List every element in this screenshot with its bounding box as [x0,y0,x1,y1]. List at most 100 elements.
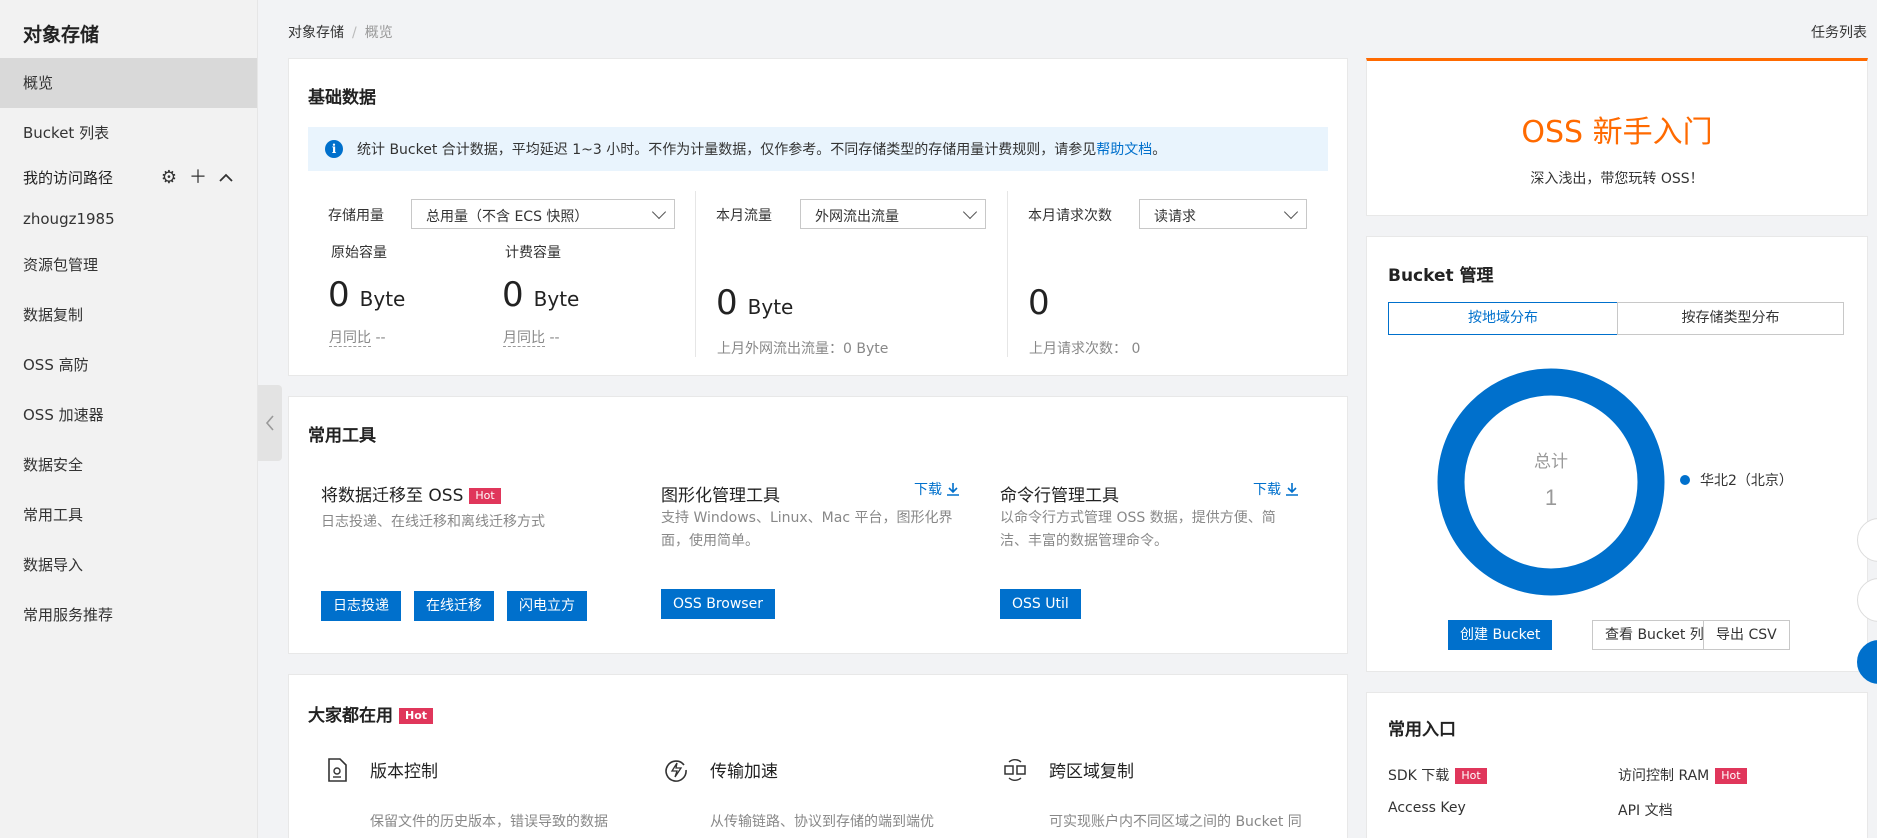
gui-download-link[interactable]: 下载 [914,479,960,499]
sidebar-item-overview[interactable]: 概览 [0,58,257,108]
breadcrumb-separator: / [352,25,357,41]
chevron-down-icon [962,204,978,220]
sidebar-group-label: 我的访问路径 [23,169,114,187]
sidebar-group-access-path[interactable]: 我的访问路径 ⚙ ＋ [0,158,257,198]
storage-select[interactable]: 总用量（不含 ECS 快照） [411,199,675,229]
sidebar: 对象存储 概览 Bucket 列表 我的访问路径 ⚙ ＋ zhougz1985 … [0,0,258,838]
breadcrumb: 对象存储 / 概览 [288,22,393,42]
bill-mom-value: -- [549,330,560,346]
bill-capacity-label: 计费容量 [505,245,561,261]
orig-capacity-label: 原始容量 [331,245,387,261]
transfer-acceleration-icon [665,760,687,782]
chevron-down-icon [651,204,667,220]
notice-text: 统计 Bucket 合计数据，平均延迟 1~3 小时。不作为计量数据，仅作参考。… [357,142,1097,158]
sidebar-item-data-security[interactable]: 数据安全 [0,440,257,490]
orig-mom-value: -- [375,330,386,346]
version-control-icon [328,758,347,782]
donut-total-label: 总计 [1534,452,1568,471]
tools-title: 常用工具 [308,426,376,446]
sidebar-item-data-import[interactable]: 数据导入 [0,540,257,590]
traffic-select[interactable]: 外网流出流量 [800,199,986,229]
getting-started-subtitle: 深入浅出，带您玩转 OSS！ [1530,171,1704,187]
hot-badge: Hot [1455,768,1487,784]
requests-label: 本月请求次数 [1028,208,1112,224]
cli-download-link[interactable]: 下载 [1253,479,1299,499]
hot-badge: Hot [469,488,501,504]
orig-capacity-value: 0 [328,275,350,315]
getting-started-card[interactable]: OSS 新手入门 深入浅出，带您玩转 OSS！ [1366,58,1868,216]
access-key-link[interactable]: Access Key [1388,800,1466,816]
bill-capacity-value: 0 [502,275,524,315]
sidebar-item-resource-pack[interactable]: 资源包管理 [0,240,257,290]
requests-select[interactable]: 读请求 [1139,199,1307,229]
lightning-cube-button[interactable]: 闪电立方 [507,591,587,621]
cli-tool-title: 命令行管理工具 [1000,486,1119,506]
oss-util-button[interactable]: OSS Util [1000,589,1081,619]
chevron-up-icon[interactable] [219,158,233,198]
bill-capacity-unit: Byte [533,287,580,311]
sidebar-item-bucket-list[interactable]: Bucket 列表 [0,108,257,158]
common-entry-panel: 常用入口 SDK 下载 Hot 访问控制 RAM Hot Access Key AP… [1366,692,1868,838]
cross-region-title[interactable]: 跨区域复制 [1049,757,1134,782]
online-migration-button[interactable]: 在线迁移 [414,591,494,621]
oss-browser-button[interactable]: OSS Browser [661,589,775,619]
getting-started-title: OSS 新手入门 [1521,115,1713,150]
ram-link[interactable]: 访问控制 RAM [1618,768,1709,784]
requests-value: 0 [1028,283,1050,323]
storage-label: 存储用量 [328,208,384,224]
version-control-desc: 保留文件的历史版本，错误导致的数据 [370,814,608,830]
basic-data-title: 基础数据 [308,88,376,108]
cli-tool-desc-1: 以命令行方式管理 OSS 数据，提供方便、简 [1000,510,1276,526]
export-csv-button[interactable]: 导出 CSV [1703,620,1790,650]
donut-total-value: 1 [1545,485,1557,510]
chart-legend: 华北2（北京） [1680,470,1793,490]
gui-tool-desc-1: 支持 Windows、Linux、Mac 平台，图形化界 [661,510,953,526]
download-icon [1286,483,1298,496]
sidebar-item-recommended[interactable]: 常用服务推荐 [0,590,257,640]
tab-by-region[interactable]: 按地域分布 [1388,302,1618,335]
download-icon [947,483,959,496]
sidebar-collapse-handle[interactable] [258,385,282,461]
migrate-title: 将数据迁移至 OSS [321,486,464,506]
sidebar-item-zhougz1985[interactable]: zhougz1985 [0,198,257,240]
notice-end: 。 [1152,142,1167,158]
api-doc-link[interactable]: API 文档 [1618,800,1673,820]
popular-panel: 大家都在用 Hot 版本控制 保留文件的历史版本，错误导致的数据 传输加速 从传输… [288,674,1348,838]
hot-badge: Hot [399,708,434,724]
transfer-acceleration-title[interactable]: 传输加速 [710,757,778,782]
donut-slice-beijing[interactable] [1437,368,1665,596]
migrate-desc: 日志投递、在线迁移和离线迁移方式 [321,514,545,530]
requests-last-month: 上月请求次数： 0 [1029,341,1141,357]
create-bucket-button[interactable]: 创建 Bucket [1448,620,1553,650]
sidebar-item-oss-ddos[interactable]: OSS 高防 [0,340,257,390]
sidebar-title: 对象存储 [23,24,100,46]
plus-icon[interactable]: ＋ [189,158,207,198]
traffic-value: 0 [716,283,738,323]
sidebar-item-oss-accelerator[interactable]: OSS 加速器 [0,390,257,440]
sidebar-item-tools[interactable]: 常用工具 [0,490,257,540]
breadcrumb-current: 概览 [364,25,393,41]
cross-region-replication-icon [1004,759,1026,781]
transfer-acceleration-desc: 从传输链路、协议到存储的端到端优 [710,814,934,830]
version-control-title[interactable]: 版本控制 [370,757,438,782]
task-list-link[interactable]: 任务列表 [1811,22,1867,42]
gui-tool-desc-2: 面，使用简单。 [661,533,759,549]
popular-title: 大家都在用 [308,706,393,726]
traffic-select-value: 外网流出流量 [815,209,899,225]
breadcrumb-root[interactable]: 对象存储 [288,25,344,41]
sidebar-item-data-replication[interactable]: 数据复制 [0,290,257,340]
info-icon: i [325,140,343,158]
bill-mom-label: 月同比 [503,330,545,347]
legend-label: 华北2（北京） [1700,473,1793,489]
basic-data-panel: 基础数据 i 统计 Bucket 合计数据，平均延迟 1~3 小时。不作为计量数… [288,58,1348,376]
tab-by-storage-class[interactable]: 按存储类型分布 [1617,302,1844,335]
log-delivery-button[interactable]: 日志投递 [321,591,401,621]
cli-download-label: 下载 [1253,482,1281,498]
storage-select-value: 总用量（不含 ECS 快照） [426,209,589,225]
help-doc-link[interactable]: 帮助文档 [1096,139,1152,159]
orig-capacity-unit: Byte [359,287,406,311]
traffic-unit: Byte [747,295,794,319]
sdk-download-link[interactable]: SDK 下载 [1388,768,1449,784]
chevron-left-icon [265,415,274,431]
gear-icon[interactable]: ⚙ [161,158,177,198]
